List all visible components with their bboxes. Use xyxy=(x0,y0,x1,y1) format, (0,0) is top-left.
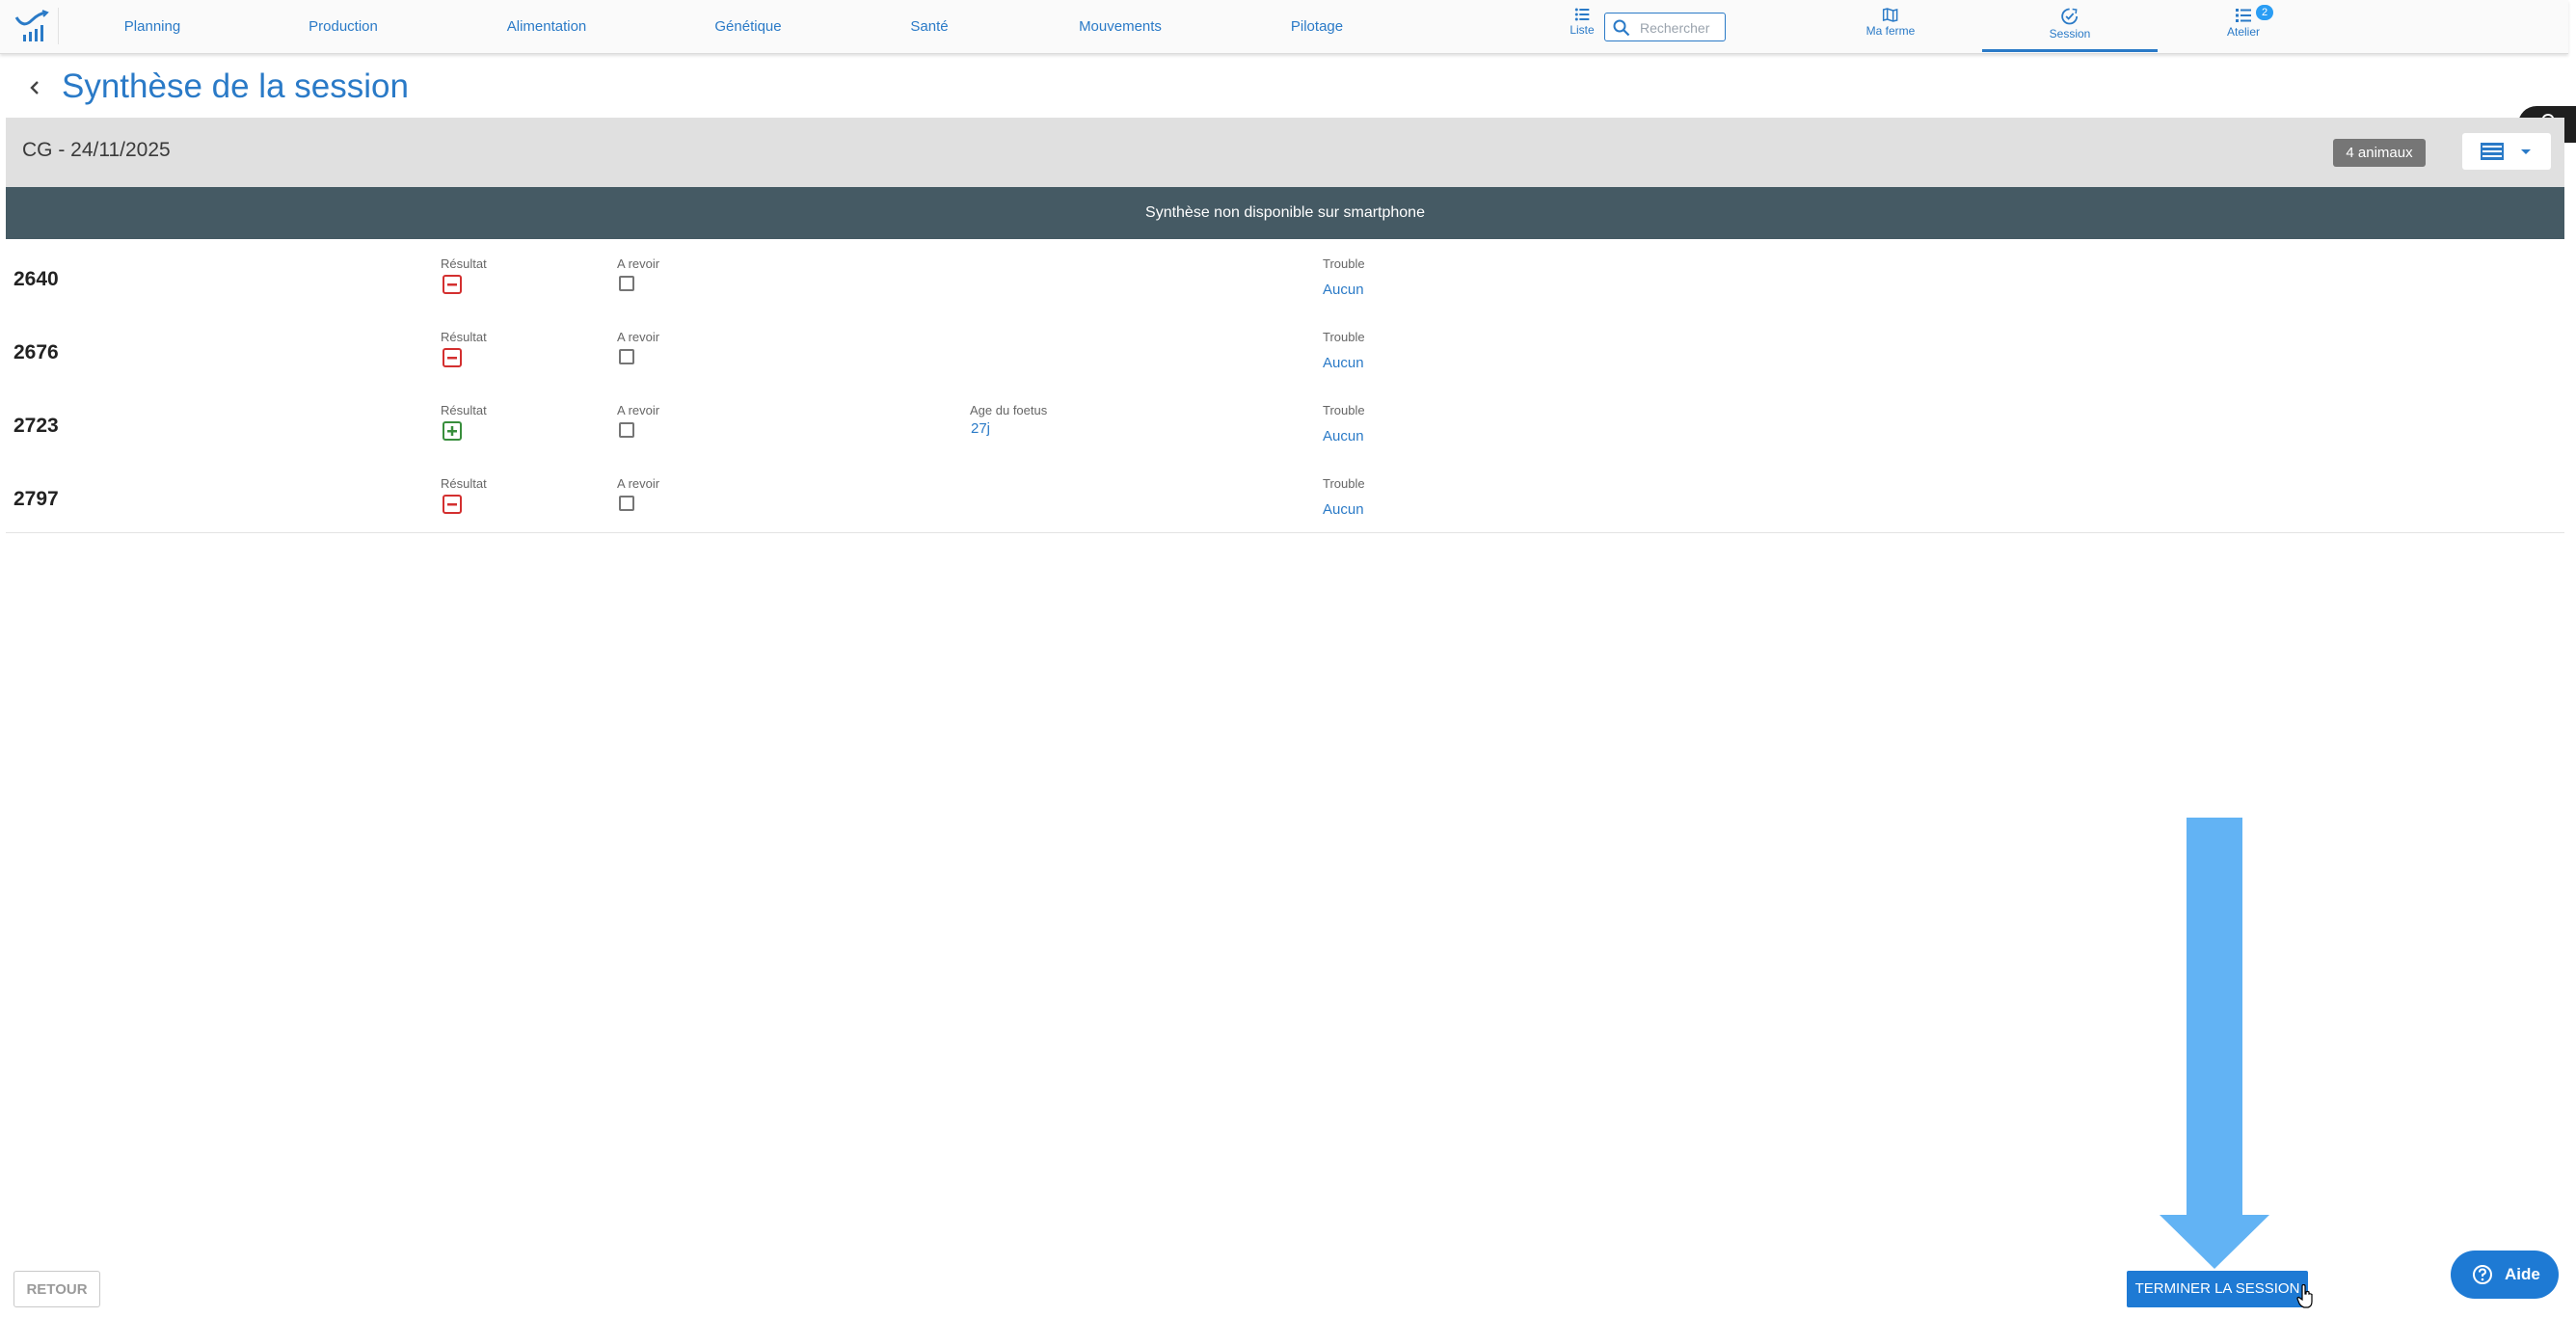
trouble-value[interactable]: Aucun xyxy=(1323,355,1364,371)
table-row: 2723 Résultat A revoir Age du foetus 27j… xyxy=(6,386,2564,460)
trouble-label: Trouble xyxy=(1323,256,1365,271)
trouble-label: Trouble xyxy=(1323,476,1365,491)
negative-result-icon[interactable] xyxy=(443,348,462,367)
animal-id: 2797 xyxy=(13,488,59,510)
nav-atelier[interactable]: Atelier xyxy=(2227,6,2260,39)
annotation-arrow-shaft xyxy=(2187,818,2242,1215)
trouble-label: Trouble xyxy=(1323,403,1365,417)
a-revoir-label: A revoir xyxy=(617,403,660,417)
atelier-count-badge: 2 xyxy=(2256,5,2273,20)
nav-atelier-label: Atelier xyxy=(2226,25,2261,39)
nav-planning[interactable]: Planning xyxy=(124,18,180,35)
info-bar: Synthèse non disponible sur smartphone xyxy=(6,187,2564,239)
a-revoir-checkbox[interactable] xyxy=(619,349,634,364)
nav-liste-label: Liste xyxy=(1570,23,1595,37)
chevron-down-icon xyxy=(2521,149,2531,154)
age-foetus-value[interactable]: 27j xyxy=(971,420,990,437)
a-revoir-checkbox[interactable] xyxy=(619,422,634,438)
table-row: 2676 Résultat A revoir Trouble Aucun xyxy=(6,312,2564,387)
session-check-icon xyxy=(2061,8,2079,25)
terminer-session-button[interactable]: TERMINER LA SESSION xyxy=(2127,1271,2308,1307)
search-box[interactable] xyxy=(1604,13,1726,41)
table-row: 2640 Résultat A revoir Trouble Aucun xyxy=(6,239,2564,313)
nav-pilotage[interactable]: Pilotage xyxy=(1291,18,1343,35)
positive-result-icon[interactable] xyxy=(443,421,462,441)
age-foetus-label: Age du foetus xyxy=(970,403,1048,417)
app-logo-icon[interactable] xyxy=(13,8,50,44)
help-icon xyxy=(2473,1265,2492,1284)
page-title: Synthèse de la session xyxy=(62,67,409,105)
negative-result-icon[interactable] xyxy=(443,495,462,514)
nav-mouvements[interactable]: Mouvements xyxy=(1079,18,1162,35)
negative-result-icon[interactable] xyxy=(443,275,462,294)
search-icon xyxy=(1613,19,1630,37)
search-input[interactable] xyxy=(1638,17,1725,39)
list-icon xyxy=(1574,8,1589,21)
nav-production[interactable]: Production xyxy=(309,18,378,35)
nav-ma-ferme-label: Ma ferme xyxy=(1865,24,1916,38)
session-name: CG - 24/11/2025 xyxy=(22,139,171,161)
nav-session-label: Session xyxy=(2049,27,2091,40)
annotation-arrow-head xyxy=(2160,1215,2269,1269)
animal-id: 2676 xyxy=(13,341,59,363)
back-chevron-icon[interactable] xyxy=(27,77,42,98)
hand-cursor-icon xyxy=(2296,1284,2313,1308)
resultat-label: Résultat xyxy=(441,403,487,417)
nav-genetique[interactable]: Génétique xyxy=(714,18,781,35)
resultat-label: Résultat xyxy=(441,330,487,344)
resultat-label: Résultat xyxy=(441,256,487,271)
aide-label: Aide xyxy=(2505,1265,2540,1283)
trouble-value[interactable]: Aucun xyxy=(1323,501,1364,518)
a-revoir-label: A revoir xyxy=(617,330,660,344)
active-tab-indicator xyxy=(1982,49,2158,52)
nav-liste[interactable]: Liste xyxy=(1570,6,1595,37)
trouble-value[interactable]: Aucun xyxy=(1323,428,1364,444)
top-navigation: Planning Production Alimentation Génétiq… xyxy=(0,0,2568,54)
map-icon xyxy=(1883,8,1898,22)
a-revoir-checkbox[interactable] xyxy=(619,276,634,291)
retour-button[interactable]: RETOUR xyxy=(13,1271,100,1307)
trouble-label: Trouble xyxy=(1323,330,1365,344)
a-revoir-label: A revoir xyxy=(617,476,660,491)
nav-alimentation[interactable]: Alimentation xyxy=(507,18,587,35)
session-header: CG - 24/11/2025 4 animaux xyxy=(6,118,2564,187)
logo-separator xyxy=(58,8,59,44)
view-mode-dropdown[interactable] xyxy=(2462,133,2551,170)
nav-sante[interactable]: Santé xyxy=(910,18,948,35)
atelier-list-icon xyxy=(2235,9,2251,22)
table-view-icon xyxy=(2481,143,2504,160)
trouble-value[interactable]: Aucun xyxy=(1323,282,1364,298)
aide-button[interactable]: Aide xyxy=(2451,1251,2559,1299)
a-revoir-checkbox[interactable] xyxy=(619,496,634,511)
animal-id: 2640 xyxy=(13,268,59,290)
table-row: 2797 Résultat A revoir Trouble Aucun xyxy=(6,459,2564,533)
animal-id: 2723 xyxy=(13,415,59,437)
nav-session[interactable]: Session xyxy=(2049,6,2091,40)
resultat-label: Résultat xyxy=(441,476,487,491)
nav-ma-ferme[interactable]: Ma ferme xyxy=(1865,6,1916,38)
animal-count-badge: 4 animaux xyxy=(2333,139,2426,167)
a-revoir-label: A revoir xyxy=(617,256,660,271)
